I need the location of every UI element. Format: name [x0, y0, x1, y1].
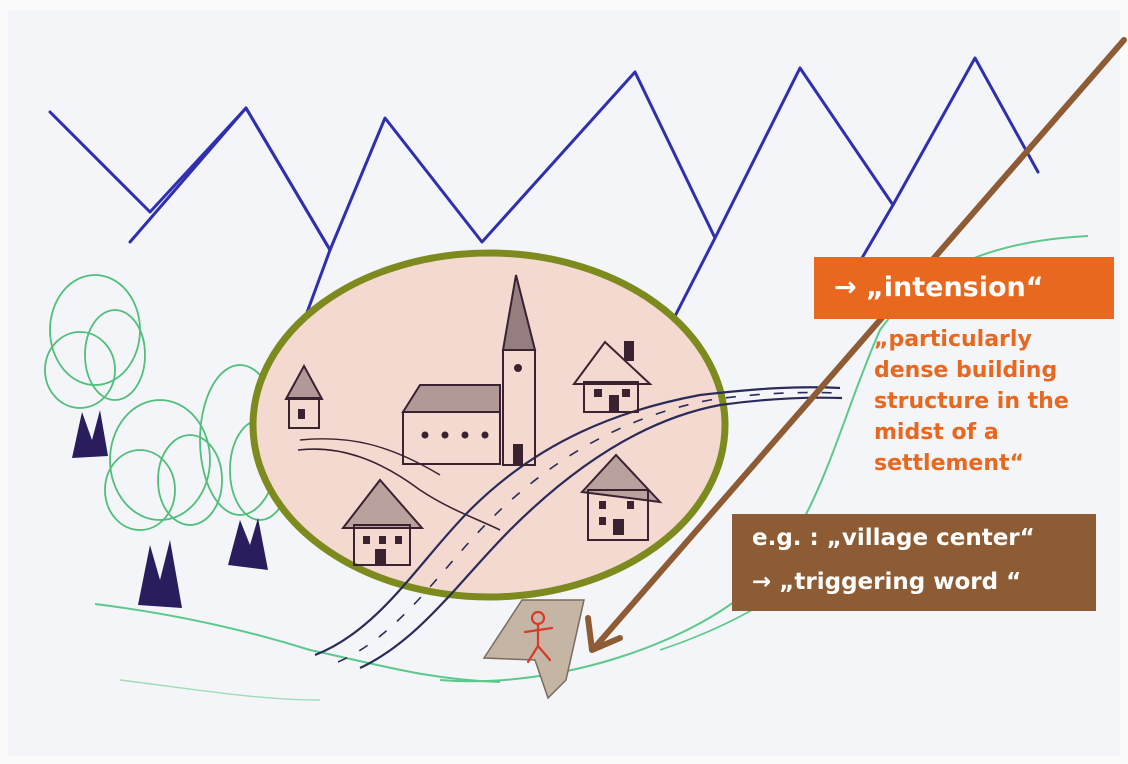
definition-text: „particularly dense building structure i…	[874, 327, 1069, 476]
intension-label: → „intension“	[814, 257, 1114, 319]
example-line-triggering-word: → „triggering word “	[752, 569, 1022, 595]
example-box: e.g. : „village center“ → „triggering wo…	[732, 514, 1096, 611]
example-line-village-center: e.g. : „village center“	[752, 525, 1035, 551]
